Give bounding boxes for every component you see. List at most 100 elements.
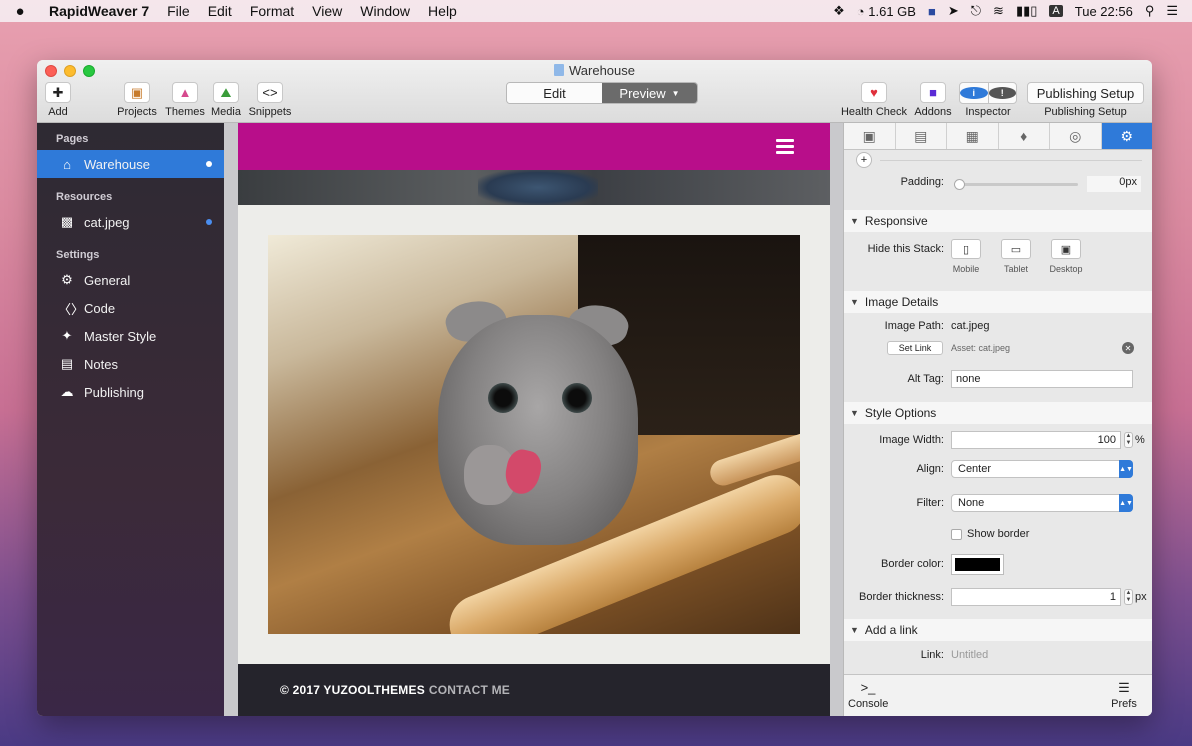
footer-contact-link[interactable]: CONTACT ME <box>429 683 510 697</box>
publishing-setup-button[interactable]: Publishing Setup <box>1027 82 1144 104</box>
memory-value: 1.61 GB <box>868 3 916 19</box>
chevron-down-icon: ▼ <box>671 88 680 98</box>
menu-app-name[interactable]: RapidWeaver 7 <box>40 3 158 19</box>
image-width-input[interactable]: 100 <box>951 431 1121 449</box>
resources-header: Resources <box>56 191 113 203</box>
hide-tablet-toggle[interactable]: ▭ Tablet <box>994 239 1038 274</box>
apple-icon[interactable]: ● <box>0 3 40 20</box>
border-color-well[interactable] <box>951 554 1004 575</box>
media-button[interactable]: ⛰ Media <box>209 82 243 118</box>
menu-window[interactable]: Window <box>351 3 419 19</box>
site-banner-image <box>238 170 830 205</box>
spotlight-icon[interactable]: ⚲ <box>1145 3 1155 19</box>
snippets-label: Snippets <box>248 106 292 118</box>
console-button[interactable]: >_ Console <box>848 680 888 710</box>
projects-label: Projects <box>117 106 157 118</box>
show-border-checkbox[interactable] <box>951 529 962 540</box>
themes-button[interactable]: ▲ Themes <box>165 82 205 118</box>
menu-format[interactable]: Format <box>241 3 303 19</box>
hide-desktop-toggle[interactable]: ▣ Desktop <box>1044 239 1088 274</box>
image-details-section-header[interactable]: ▼ Image Details <box>844 291 1152 313</box>
preview-tab[interactable]: Preview ▼ <box>602 83 697 103</box>
edit-tab[interactable]: Edit <box>507 83 602 103</box>
memory-status[interactable]: ◔ 1.61 GB <box>857 4 916 19</box>
style-options-section-header[interactable]: ▼ Style Options <box>844 402 1152 424</box>
sidebar-item-publishing[interactable]: ☁ Publishing <box>37 378 224 406</box>
notification-center-icon[interactable]: ☰ <box>1166 3 1178 19</box>
border-thickness-label: Border thickness: <box>859 591 944 603</box>
add-link-title: Add a link <box>864 623 918 637</box>
filter-select[interactable]: None ▲▼ <box>951 494 1133 512</box>
tab-columns[interactable]: ▦ <box>947 123 999 149</box>
padding-slider[interactable] <box>954 179 1078 193</box>
sidebar-item-notes[interactable]: ▤ Notes <box>37 350 224 378</box>
sidebar-item-warehouse[interactable]: ⌂ Warehouse <box>37 150 224 178</box>
airmail-icon[interactable]: ➤ <box>948 3 959 19</box>
projects-button[interactable]: ▣ Projects <box>117 82 157 118</box>
columns-icon: ▦ <box>965 127 979 144</box>
border-thickness-input[interactable]: 1 <box>951 588 1121 606</box>
tab-stacks[interactable]: ◎ <box>1050 123 1102 149</box>
header-layout-icon: ▤ <box>914 127 928 144</box>
image-width-stepper[interactable]: ▲ ▼ <box>1124 432 1133 448</box>
tab-tags[interactable]: ♦ <box>999 123 1050 149</box>
tab-header-layout[interactable]: ▤ <box>896 123 947 149</box>
dropbox-icon[interactable]: ❖ <box>833 3 845 19</box>
image-details-title: Image Details <box>864 295 939 309</box>
prefs-button[interactable]: ☰ Prefs <box>1108 680 1140 710</box>
input-source-icon[interactable]: A <box>1049 5 1063 17</box>
add-link-section-header[interactable]: ▼ Add a link <box>844 619 1152 641</box>
document-icon <box>554 64 564 76</box>
responsive-section-header[interactable]: ▼ Responsive <box>844 210 1152 232</box>
tab-settings[interactable]: ⚙ <box>1101 123 1152 149</box>
health-check-button[interactable]: ♥ Health Check <box>837 82 911 118</box>
set-link-button[interactable]: Set Link <box>887 341 943 355</box>
terminal-icon: >_ <box>860 680 876 695</box>
sidebar-item-label: Publishing <box>84 384 144 400</box>
sidebar-item-label: Code <box>84 300 116 316</box>
wifi-icon[interactable]: ≋ <box>993 3 1004 19</box>
add-button[interactable]: ✚ Add <box>45 82 71 118</box>
slider-handle[interactable] <box>954 179 965 190</box>
align-select[interactable]: Center ▲▼ <box>951 460 1133 478</box>
sidebar-item-general[interactable]: ⚙ General <box>37 266 224 294</box>
border-thickness-stepper[interactable]: ▲ ▼ <box>1124 589 1133 605</box>
menu-help[interactable]: Help <box>419 3 466 19</box>
onepassword-icon[interactable]: ⎋ <box>971 3 981 19</box>
elephant-icon[interactable]: ■ <box>928 4 936 19</box>
media-label: Media <box>211 106 241 118</box>
sidebar-item-master-style[interactable]: ✦ Master Style <box>37 322 224 350</box>
clock[interactable]: Tue 22:56 <box>1075 4 1133 19</box>
snippets-button[interactable]: <> Snippets <box>247 82 293 118</box>
info-icon-button[interactable]: i <box>960 83 988 103</box>
link-label: Link: <box>920 649 944 661</box>
show-border-label[interactable]: Show border <box>967 528 1029 540</box>
toolbar: Warehouse ✚ Add ▣ Projects ▲ Themes ⛰ Me… <box>37 60 1152 123</box>
tab-page-layout[interactable]: ▣ <box>844 123 896 149</box>
addons-icon: ■ <box>920 82 946 103</box>
sidebar-item-code[interactable]: 〈〉 Code <box>37 294 224 322</box>
menu-view[interactable]: View <box>303 3 351 19</box>
battery-icon[interactable]: ▮▮▯ <box>1016 3 1037 19</box>
menu-file[interactable]: File <box>158 3 199 19</box>
addons-label: Addons <box>914 106 952 118</box>
link-value[interactable]: Untitled <box>951 649 988 661</box>
alert-icon-button[interactable]: ! <box>987 83 1016 103</box>
padding-value[interactable]: 0px <box>1087 176 1141 192</box>
snippets-icon: <> <box>257 82 283 103</box>
sidebar-item-cat-jpeg[interactable]: ▩ cat.jpeg <box>37 208 224 236</box>
hide-mobile-toggle[interactable]: ▯ Mobile <box>944 239 988 274</box>
clear-image-icon[interactable]: ✕ <box>1122 342 1134 354</box>
add-button-small[interactable]: + <box>856 152 872 168</box>
hide-stack-label: Hide this Stack: <box>867 243 944 255</box>
image-path-value: cat.jpeg <box>951 320 990 332</box>
addons-button[interactable]: ■ Addons <box>913 82 953 118</box>
disclosure-triangle-icon: ▼ <box>850 408 859 418</box>
image-width-unit: % <box>1135 434 1145 446</box>
alt-tag-input[interactable]: none <box>951 370 1133 388</box>
menu-edit[interactable]: Edit <box>199 3 241 19</box>
disclosure-triangle-icon: ▼ <box>850 216 859 226</box>
hamburger-icon[interactable] <box>776 139 794 157</box>
target-icon: ◎ <box>1069 127 1082 144</box>
alert-icon: ! <box>988 87 1016 99</box>
